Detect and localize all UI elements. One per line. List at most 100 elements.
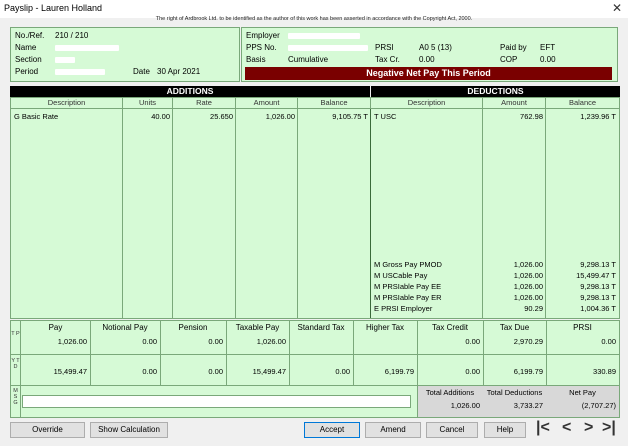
summary-col-notional: Notional Pay (102, 323, 148, 332)
tp-taxable: 1,026.00 (256, 337, 286, 346)
info-amount: 1,026.00 (513, 282, 543, 291)
grid-divider (235, 109, 236, 318)
section-value-redacted (55, 57, 75, 63)
grid-divider (172, 109, 173, 318)
ytd-standard-tax: 0.00 (335, 367, 350, 376)
tp-tax-credit: 0.00 (465, 337, 480, 346)
tp-label: T P (11, 331, 20, 337)
msg-label: M S G (13, 388, 18, 406)
period-label: Period (15, 67, 39, 76)
net-pay-label: Net Pay (569, 388, 596, 397)
grid-divider (370, 109, 371, 318)
cop-value: 0.00 (540, 55, 556, 64)
info-description: M Gross Pay PMOD (374, 260, 442, 269)
taxcr-label: Tax Cr. (375, 55, 400, 64)
info-amount: 1,026.00 (513, 271, 543, 280)
ytd-pay: 15,499.47 (53, 367, 87, 376)
info-description: M PRSIable Pay ER (374, 293, 442, 302)
section-label: Section (15, 55, 42, 64)
col-add-balance: Balance (298, 98, 371, 109)
pps-label: PPS No. (246, 43, 277, 52)
previous-record-icon[interactable]: < (562, 419, 571, 437)
tp-prsi: 0.00 (601, 337, 616, 346)
ded-row-description: T USC (374, 112, 397, 121)
info-amount: 1,026.00 (513, 293, 543, 302)
add-row-balance: 9,105.75 T (332, 112, 368, 121)
add-row-description: G Basic Rate (14, 112, 59, 121)
summary-col-standard-tax: Standard Tax (297, 323, 345, 332)
payslip-window: Payslip - Lauren Holland ✕ The right of … (0, 0, 628, 446)
payslip-lines-grid: Description Units Rate Amount Balance De… (10, 97, 620, 319)
override-button[interactable]: Override (10, 422, 85, 438)
next-record-icon[interactable]: > (584, 419, 593, 437)
date-label: Date (133, 67, 150, 76)
col-add-amount: Amount (236, 98, 298, 109)
date-value: 30 Apr 2021 (157, 67, 201, 76)
col-ded-balance: Balance (546, 98, 619, 109)
prsi-label: PRSI (375, 43, 394, 52)
net-pay-value: (2,707.27) (581, 401, 616, 410)
summary-col-tax-credit: Tax Credit (431, 323, 468, 332)
ytd-taxable: 15,499.47 (252, 367, 286, 376)
col-ded-description: Description (371, 98, 483, 109)
info-balance: 1,004.36 T (580, 304, 616, 313)
summary-col-tax-due: Tax Due (499, 323, 530, 332)
total-additions-label: Total Additions (425, 388, 475, 397)
add-row-amount: 1,026.00 (265, 112, 295, 121)
paidby-label: Paid by (500, 43, 527, 52)
copyright-notice: The right of Ardbrook Ltd. to be identif… (155, 16, 473, 22)
message-input[interactable] (22, 395, 411, 408)
info-balance: 9,298.13 T (580, 293, 616, 302)
window-title: Payslip - Lauren Holland (4, 3, 103, 13)
period-value-redacted (55, 69, 105, 75)
accept-button[interactable]: Accept (304, 422, 360, 438)
info-amount: 90.29 (524, 304, 543, 313)
paidby-value: EFT (540, 43, 556, 52)
tp-pension: 0.00 (208, 337, 223, 346)
cancel-button[interactable]: Cancel (426, 422, 478, 438)
noref-label: No./Ref. (15, 31, 45, 40)
close-icon[interactable]: ✕ (612, 1, 622, 15)
tp-notional: 0.00 (142, 337, 157, 346)
summary-divider (11, 354, 619, 355)
add-row-rate: 25.650 (210, 112, 233, 121)
name-label: Name (15, 43, 37, 52)
col-ded-amount: Amount (483, 98, 546, 109)
summary-col-pay: Pay (48, 323, 63, 332)
total-deductions-value: 3,733.27 (513, 401, 543, 410)
info-balance: 9,298.13 T (580, 282, 616, 291)
show-calculation-button[interactable]: Show Calculation (90, 422, 168, 438)
employer-value-redacted (288, 33, 360, 39)
info-description: M USCable Pay (374, 271, 428, 280)
summary-col-higher-tax: Higher Tax (365, 323, 405, 332)
employer-label: Employer (246, 31, 280, 40)
basis-value: Cumulative (288, 55, 329, 64)
last-record-icon[interactable]: >| (602, 419, 616, 437)
help-button[interactable]: Help (484, 422, 526, 438)
summary-col-pension: Pension (178, 323, 208, 332)
total-deductions-label: Total Deductions (486, 388, 543, 397)
ytd-label: Y T D (11, 358, 20, 370)
summary-col-prsi: PRSI (573, 323, 592, 332)
add-row-units: 40.00 (151, 112, 170, 121)
additions-header: ADDITIONS (10, 86, 370, 97)
info-balance: 9,298.13 T (580, 260, 616, 269)
name-value-redacted (55, 45, 119, 51)
ytd-pension: 0.00 (208, 367, 223, 376)
amend-button[interactable]: Amend (365, 422, 421, 438)
info-description: M PRSIable Pay EE (374, 282, 442, 291)
ded-row-balance: 1,239.96 T (580, 112, 616, 121)
noref-value: 210 / 210 (55, 31, 89, 40)
grid-divider (122, 109, 123, 318)
ytd-prsi: 330.89 (593, 367, 616, 376)
info-description: E PRSI Employer (374, 304, 433, 313)
ytd-tax-due: 6,199.79 (513, 367, 543, 376)
pps-value-redacted (288, 45, 368, 51)
col-add-description: Description (11, 98, 123, 109)
basis-label: Basis (246, 55, 266, 64)
ytd-higher-tax: 6,199.79 (384, 367, 414, 376)
ded-row-amount: 762.98 (520, 112, 543, 121)
first-record-icon[interactable]: |< (536, 419, 550, 437)
total-additions-value: 1,026.00 (450, 401, 480, 410)
col-add-units: Units (123, 98, 173, 109)
